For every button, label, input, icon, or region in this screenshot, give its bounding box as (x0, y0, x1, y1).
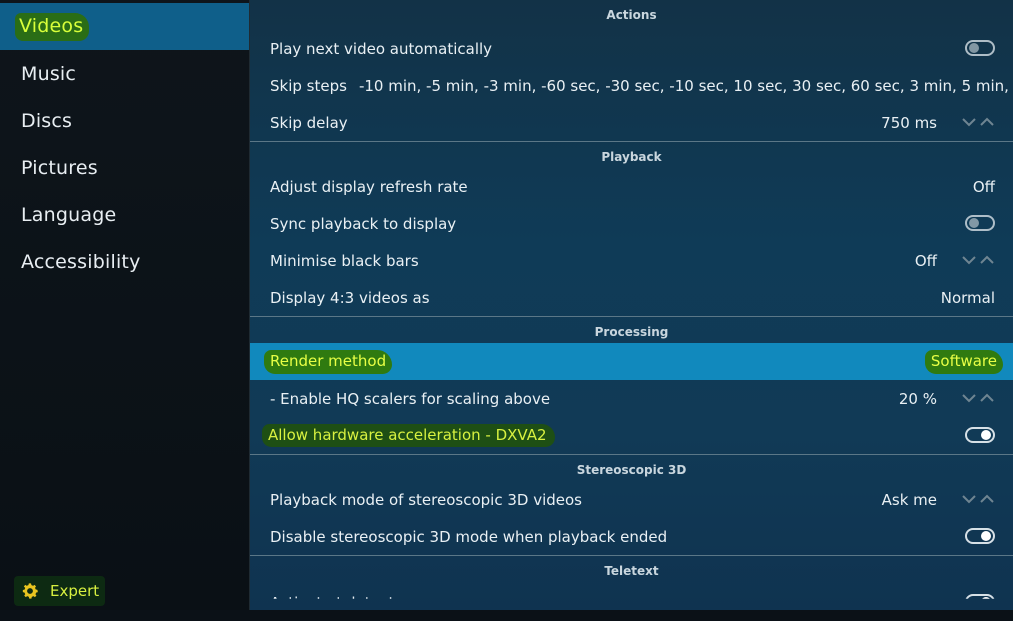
setting-disable-stereo[interactable]: Disable stereoscopic 3D mode when playba… (250, 518, 1013, 555)
setting-label: Activate teletext (270, 593, 395, 612)
setting-label: Playback mode of stereoscopic 3D videos (270, 490, 582, 509)
sidebar-item-label: Accessibility (21, 250, 141, 273)
setting-sync-playback[interactable]: Sync playback to display (250, 205, 1013, 242)
settings-level-button[interactable]: Expert (14, 576, 106, 606)
sidebar-item-videos[interactable]: Videos (0, 3, 249, 50)
setting-label: - Enable HQ scalers for scaling above (270, 389, 551, 408)
toggle-switch[interactable] (965, 40, 995, 56)
setting-label: Disable stereoscopic 3D mode when playba… (270, 527, 668, 546)
setting-display-43[interactable]: Display 4:3 videos as Normal (250, 279, 1013, 316)
toggle-switch[interactable] (965, 427, 995, 443)
sidebar-item-label: Videos (15, 12, 90, 41)
setting-hw-accel[interactable]: Allow hardware acceleration - DXVA2 (250, 417, 1013, 454)
sidebar-item-label: Discs (21, 109, 73, 132)
chevron-down-icon[interactable] (961, 393, 977, 403)
setting-label: Adjust display refresh rate (270, 177, 468, 196)
gear-icon (22, 583, 38, 599)
settings-level-label: Expert (50, 582, 100, 600)
setting-value: 750 ms (881, 113, 937, 132)
chevron-down-icon[interactable] (961, 255, 977, 265)
sidebar-item-pictures[interactable]: Pictures (0, 144, 249, 191)
setting-label: Skip steps (270, 76, 347, 95)
chevron-up-icon[interactable] (979, 393, 995, 403)
section-title: Processing (594, 325, 669, 339)
setting-black-bars[interactable]: Minimise black bars Off (250, 242, 1013, 279)
setting-play-next[interactable]: Play next video automatically (250, 30, 1013, 67)
section-title: Playback (601, 150, 662, 164)
spinner-arrows[interactable] (961, 391, 995, 405)
spinner-arrows[interactable] (961, 253, 995, 267)
setting-stereo-mode[interactable]: Playback mode of stereoscopic 3D videos … (250, 481, 1013, 518)
setting-render-method[interactable]: Render method Software (250, 343, 1013, 380)
section-title: Teletext (604, 564, 659, 578)
chevron-up-icon[interactable] (979, 117, 995, 127)
spinner-arrows[interactable] (961, 115, 995, 129)
toggle-switch[interactable] (965, 594, 995, 599)
setting-label: Allow hardware acceleration - DXVA2 (262, 424, 555, 447)
setting-value: -10 min, -5 min, -3 min, -60 sec, -30 se… (358, 76, 1013, 95)
setting-label: Minimise black bars (270, 251, 419, 270)
sidebar: Videos Music Discs Pictures Language Acc… (0, 0, 250, 610)
setting-label: Skip delay (270, 113, 348, 132)
section-header-teletext: Teletext (250, 555, 1013, 586)
setting-skip-delay[interactable]: Skip delay 750 ms (250, 104, 1013, 141)
setting-value: Normal (940, 288, 995, 307)
chevron-down-icon[interactable] (961, 494, 977, 504)
section-title: Actions (606, 8, 657, 22)
spinner-arrows[interactable] (961, 492, 995, 506)
setting-hq-scalers[interactable]: - Enable HQ scalers for scaling above 20… (250, 380, 1013, 417)
sidebar-item-language[interactable]: Language (0, 191, 249, 238)
setting-teletext[interactable]: Activate teletext (250, 584, 1013, 612)
chevron-up-icon[interactable] (979, 255, 995, 265)
setting-value: Off (914, 251, 937, 270)
section-title: Stereoscopic 3D (576, 463, 687, 477)
setting-skip-steps[interactable]: Skip steps -10 min, -5 min, -3 min, -60 s… (250, 67, 1013, 104)
chevron-down-icon[interactable] (961, 117, 977, 127)
toggle-switch[interactable] (965, 215, 995, 231)
settings-panel: Actions Play next video automatically Sk… (250, 0, 1013, 610)
setting-value: 20 % (898, 389, 937, 408)
toggle-switch[interactable] (965, 528, 995, 544)
chevron-up-icon[interactable] (979, 494, 995, 504)
sidebar-item-discs[interactable]: Discs (0, 97, 249, 144)
setting-label: Render method (264, 349, 393, 374)
setting-value: Software (924, 349, 1003, 374)
setting-value: Ask me (881, 490, 937, 509)
setting-label: Play next video automatically (270, 39, 493, 58)
setting-label: Sync playback to display (270, 214, 457, 233)
section-header-actions: Actions (250, 0, 1013, 30)
sidebar-item-music[interactable]: Music (0, 50, 249, 97)
sidebar-item-accessibility[interactable]: Accessibility (0, 238, 249, 285)
setting-value: Off (972, 177, 995, 196)
setting-refresh-rate[interactable]: Adjust display refresh rate Off (250, 168, 1013, 205)
sidebar-item-label: Music (21, 62, 77, 85)
setting-label: Display 4:3 videos as (270, 288, 430, 307)
sidebar-item-label: Pictures (21, 156, 98, 179)
sidebar-item-label: Language (21, 203, 117, 226)
